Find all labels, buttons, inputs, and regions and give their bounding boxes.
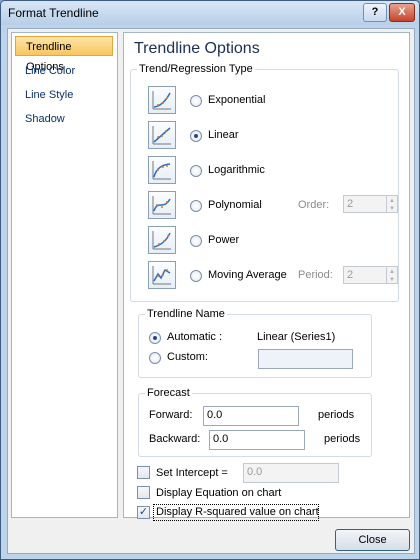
close-button[interactable]: Close	[335, 529, 410, 551]
display-rsquared-checkbox[interactable]: ✓	[137, 506, 150, 519]
period-field[interactable]: 2	[343, 266, 387, 284]
custom-name-field[interactable]	[258, 349, 353, 369]
custom-name-label: Custom:	[167, 351, 208, 363]
power-radio[interactable]	[190, 235, 202, 247]
nav-item-trendline-options[interactable]: Trendline Options	[15, 36, 113, 73]
trend-type-group-title: Trend/Regression Type	[137, 63, 255, 75]
format-trendline-dialog: Format Trendline ? X Trendline Options L…	[0, 0, 420, 560]
moving-average-radio[interactable]	[190, 270, 202, 282]
window-close-button[interactable]: X	[389, 3, 415, 22]
title-bar[interactable]: Format Trendline ? X	[1, 1, 419, 25]
nav-item-line-style[interactable]: Line Style	[15, 85, 113, 105]
display-equation-checkbox[interactable]	[137, 486, 150, 499]
power-trendline-icon	[148, 226, 176, 254]
trendline-name-group-title: Trendline Name	[145, 308, 227, 320]
polynomial-radio[interactable]	[190, 200, 202, 212]
period-spinner[interactable]: ▲ ▼	[386, 266, 398, 284]
polynomial-label: Polynomial	[208, 199, 262, 211]
power-label: Power	[208, 234, 240, 246]
automatic-name-radio[interactable]	[149, 332, 161, 344]
set-intercept-field[interactable]: 0.0	[243, 463, 339, 483]
automatic-name-label: Automatic :	[167, 331, 223, 343]
dialog-client-area: Trendline Options Line Color Line Style …	[7, 28, 415, 554]
display-equation-label: Display Equation on chart	[156, 487, 282, 499]
forecast-group-title: Forecast	[145, 387, 192, 399]
logarithmic-trendline-icon	[148, 156, 176, 184]
forward-periods-label: periods	[318, 409, 355, 421]
category-nav: Trendline Options Line Color Line Style …	[11, 32, 118, 518]
backward-periods-label: periods	[324, 433, 361, 445]
logarithmic-radio[interactable]	[190, 165, 202, 177]
linear-radio[interactable]	[190, 130, 202, 142]
custom-name-radio[interactable]	[149, 352, 161, 364]
options-panel: Trendline Options Trend/Regression Type …	[123, 32, 410, 521]
panel-title: Trendline Options	[134, 40, 260, 57]
set-intercept-label: Set Intercept =	[156, 467, 228, 479]
moving-average-trendline-icon	[148, 261, 176, 289]
logarithmic-label: Logarithmic	[208, 164, 265, 176]
nav-item-line-color[interactable]: Line Color	[15, 61, 113, 81]
moving-average-label: Moving Average	[208, 269, 287, 281]
backward-label: Backward:	[149, 433, 201, 445]
help-button[interactable]: ?	[363, 3, 387, 22]
linear-label: Linear	[208, 129, 239, 141]
exponential-radio[interactable]	[190, 95, 202, 107]
nav-item-shadow[interactable]: Shadow	[15, 109, 113, 129]
dialog-title: Format Trendline	[8, 6, 99, 20]
order-spinner[interactable]: ▲ ▼	[386, 195, 398, 213]
period-label: Period:	[298, 269, 333, 281]
polynomial-trendline-icon	[148, 191, 176, 219]
linear-trendline-icon	[148, 121, 176, 149]
automatic-name-value: Linear (Series1)	[257, 331, 336, 343]
display-rsquared-label: Display R-squared value on chart	[156, 506, 319, 518]
forward-label: Forward:	[149, 409, 193, 421]
forward-field[interactable]: 0.0	[203, 406, 299, 426]
set-intercept-checkbox[interactable]	[137, 466, 150, 479]
exponential-label: Exponential	[208, 94, 266, 106]
order-label: Order:	[298, 199, 330, 211]
backward-field[interactable]: 0.0	[209, 430, 305, 450]
exponential-trendline-icon	[148, 86, 176, 114]
order-field[interactable]: 2	[343, 195, 387, 213]
